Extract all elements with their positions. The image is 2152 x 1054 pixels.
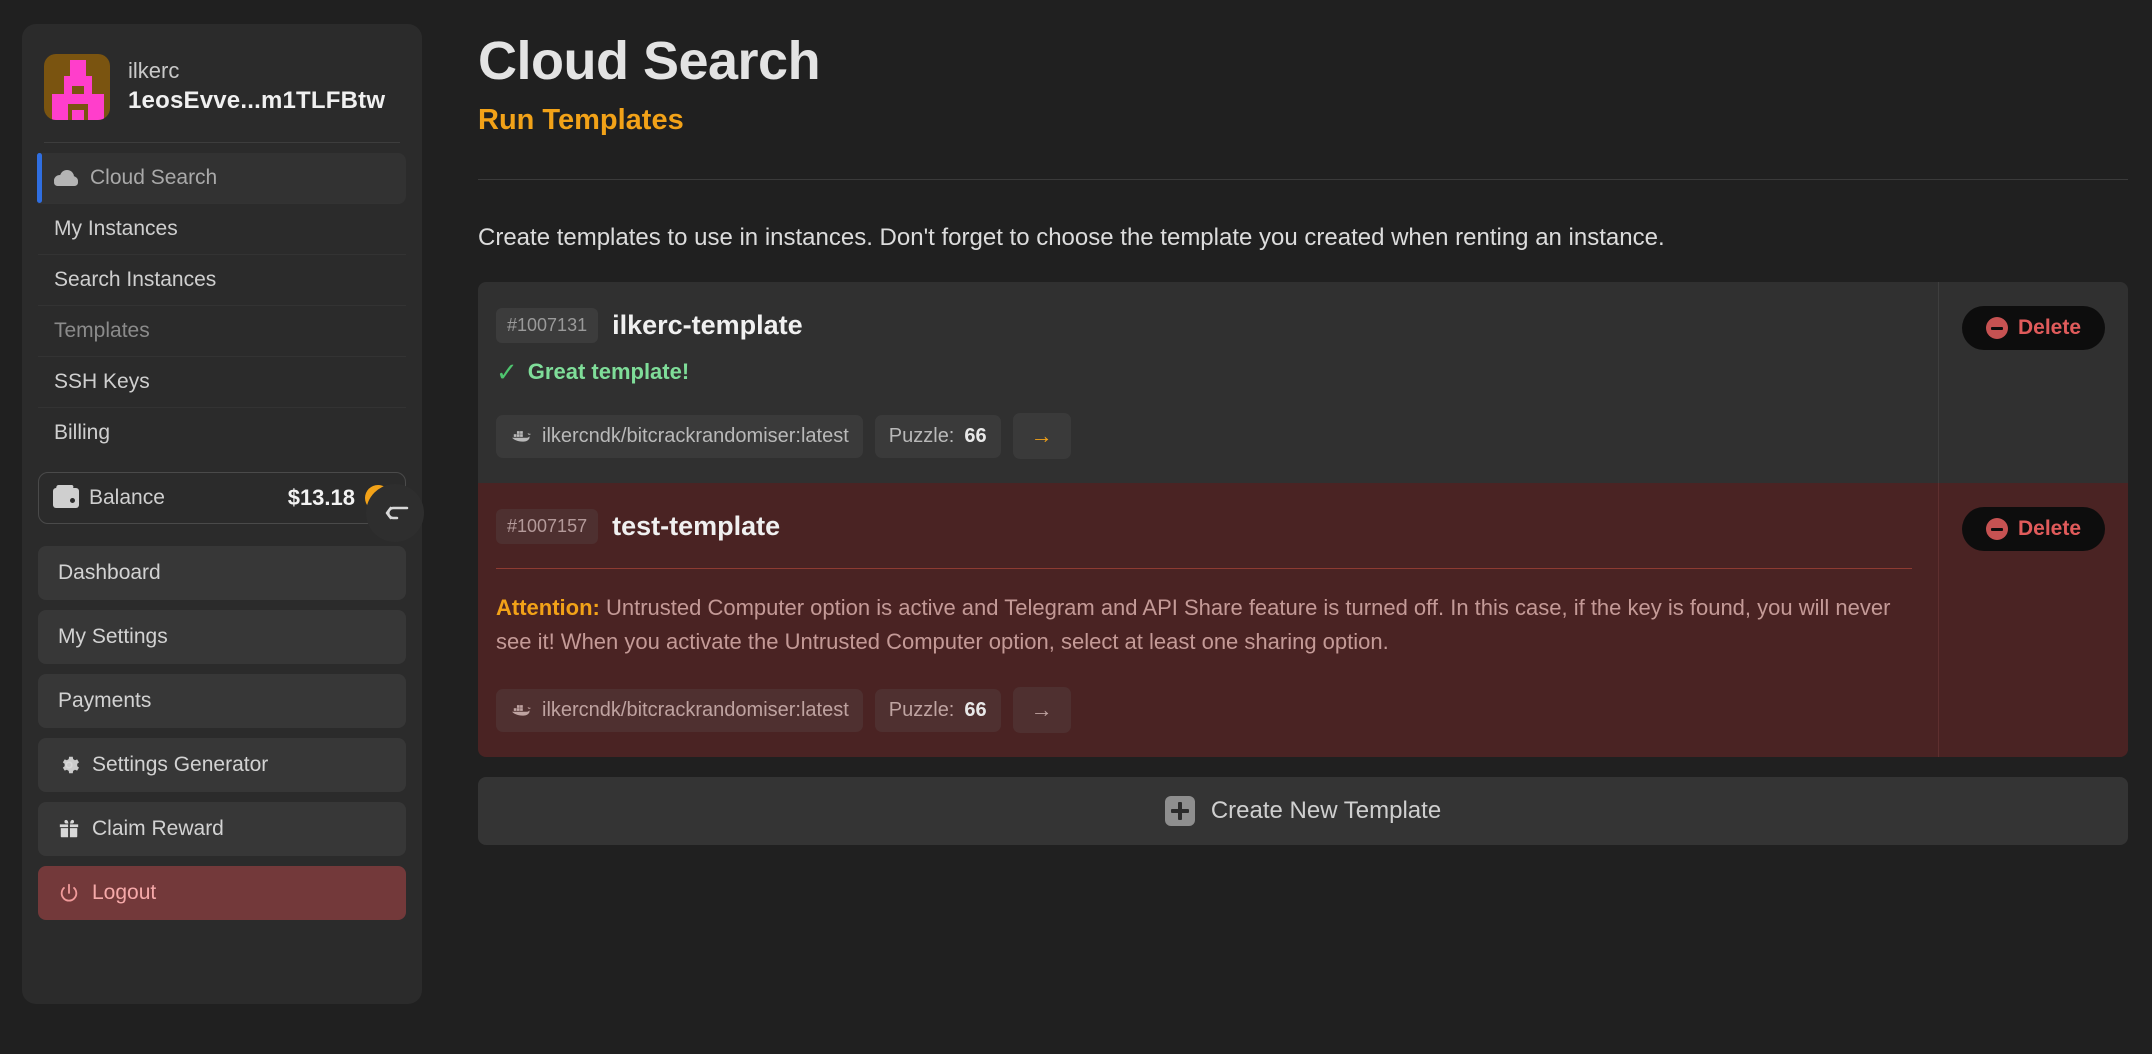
sidebar-item-label: Cloud Search (90, 166, 218, 189)
wallet-icon (53, 485, 79, 508)
sidebar-item-ssh-keys[interactable]: SSH Keys (38, 357, 406, 408)
template-card: #1007157 test-template Attention: Untrus… (478, 483, 2128, 758)
sidebar-item-settings-generator[interactable]: Settings Generator (38, 738, 406, 792)
page-subtitle: Run Templates (478, 104, 684, 136)
balance-label: Balance (89, 486, 165, 509)
sidebar-item-billing[interactable]: Billing (38, 408, 406, 458)
template-card-body: #1007157 test-template Attention: Untrus… (478, 483, 1938, 757)
template-card: #1007131 ilkerc-template ✓ Great templat… (478, 282, 2128, 483)
template-attention-message: Attention: Untrusted Computer option is … (496, 591, 1912, 659)
power-icon (58, 882, 80, 904)
sidebar-item-label: SSH Keys (54, 370, 150, 393)
sidebar-item-my-instances[interactable]: My Instances (38, 204, 406, 255)
puzzle-value: 66 (964, 424, 987, 447)
profile-address: 1eosEvve...m1TLFBtw (128, 87, 386, 115)
sidebar-item-label: Settings Generator (92, 753, 269, 776)
docker-icon (510, 701, 532, 719)
intro-text: Create templates to use in instances. Do… (478, 224, 1665, 251)
create-new-template-button[interactable]: Create New Template (478, 777, 2128, 846)
minus-circle-icon (1985, 317, 2008, 339)
gift-icon (58, 818, 80, 840)
profile-username: ilkerc (128, 57, 180, 83)
template-list: #1007131 ilkerc-template ✓ Great templat… (478, 282, 2128, 758)
template-run-button[interactable]: → (1012, 413, 1071, 459)
profile-text: ilkerc 1eosEvve...m1TLFBtw (128, 57, 386, 115)
collapse-arrow-icon (385, 506, 409, 520)
plus-icon (1164, 796, 1195, 827)
sidebar-collapse-button[interactable] (366, 484, 424, 542)
page-title: Cloud Search (478, 31, 821, 91)
template-id-badge: #1007157 (496, 509, 599, 544)
template-header: #1007131 ilkerc-template (496, 308, 1912, 343)
template-status-text: Great template! (527, 359, 690, 384)
balance-box[interactable]: Balance $13.18 (38, 472, 406, 524)
sidebar-item-dashboard[interactable]: Dashboard (38, 546, 406, 600)
docker-image-name: ilkercndk/bitcrackrandomiser:latest (542, 424, 849, 447)
sidebar-item-label: My Instances (54, 217, 178, 240)
app-root: ilkerc 1eosEvve...m1TLFBtw Cloud Search … (0, 0, 2152, 1054)
docker-image-chip[interactable]: ilkercndk/bitcrackrandomiser:latest (496, 414, 863, 458)
sidebar-item-label: Billing (54, 421, 111, 444)
puzzle-label: Puzzle: (888, 424, 955, 447)
primary-nav: Cloud Search My Instances Search Instanc… (22, 153, 422, 458)
sidebar-item-my-settings[interactable]: My Settings (38, 610, 406, 664)
main-content: Cloud Search Run Templates Create templa… (424, 0, 2152, 1054)
sidebar-item-label: Dashboard (58, 561, 161, 584)
docker-image-name: ilkercndk/bitcrackrandomiser:latest (542, 698, 849, 721)
delete-button-label: Delete (2017, 517, 2082, 540)
sidebar-item-label: Claim Reward (92, 817, 224, 840)
sidebar-item-label: Payments (58, 689, 152, 712)
profile-divider (44, 142, 400, 143)
sidebar-item-label: Logout (92, 881, 157, 904)
arrow-right-icon: → (1030, 423, 1053, 448)
secondary-nav: Dashboard My Settings Payments Settings … (22, 524, 422, 920)
template-divider (496, 568, 1912, 569)
sidebar: ilkerc 1eosEvve...m1TLFBtw Cloud Search … (22, 24, 422, 1004)
sidebar-item-label: My Settings (58, 625, 168, 648)
template-chip-row: ilkercndk/bitcrackrandomiser:latest Puzz… (496, 687, 1912, 734)
template-chip-row: ilkercndk/bitcrackrandomiser:latest Puzz… (496, 413, 1912, 459)
docker-image-chip[interactable]: ilkercndk/bitcrackrandomiser:latest (496, 688, 863, 732)
sidebar-item-claim-reward[interactable]: Claim Reward (38, 802, 406, 856)
sidebar-wrapper: ilkerc 1eosEvve...m1TLFBtw Cloud Search … (0, 0, 424, 1054)
sidebar-item-cloud-search[interactable]: Cloud Search (37, 153, 406, 204)
puzzle-label: Puzzle: (888, 698, 955, 721)
template-header: #1007157 test-template (496, 509, 1912, 544)
profile-block[interactable]: ilkerc 1eosEvve...m1TLFBtw (22, 40, 422, 138)
sidebar-item-payments[interactable]: Payments (38, 674, 406, 728)
attention-text: Untrusted Computer option is active and … (496, 595, 1891, 655)
header-divider (478, 179, 2128, 180)
puzzle-chip[interactable]: Puzzle: 66 (874, 688, 1001, 732)
create-new-template-label: Create New Template (1210, 797, 1442, 825)
delete-button[interactable]: Delete (1961, 507, 2106, 551)
delete-button-label: Delete (2017, 316, 2082, 339)
docker-icon (510, 427, 532, 445)
template-name: test-template (612, 511, 781, 541)
template-card-body: #1007131 ilkerc-template ✓ Great templat… (478, 282, 1938, 483)
sidebar-item-label: Search Instances (54, 268, 217, 291)
sidebar-item-label: Templates (54, 319, 150, 342)
balance-row: Balance $13.18 (22, 458, 422, 524)
check-icon: ✓ (496, 357, 518, 387)
template-id-badge: #1007131 (496, 308, 599, 343)
balance-amount: $13.18 (287, 485, 355, 510)
cloud-icon (54, 170, 78, 186)
identicon-avatar (44, 54, 110, 120)
template-card-actions: Delete (1938, 282, 2128, 483)
gear-icon (58, 754, 80, 776)
puzzle-chip[interactable]: Puzzle: 66 (874, 414, 1001, 458)
logout-button[interactable]: Logout (38, 866, 406, 920)
template-card-actions: Delete (1938, 483, 2128, 758)
puzzle-value: 66 (964, 698, 987, 721)
sidebar-item-search-instances[interactable]: Search Instances (38, 255, 406, 306)
sidebar-item-templates[interactable]: Templates (38, 306, 406, 357)
delete-button[interactable]: Delete (1961, 306, 2106, 350)
arrow-right-icon: → (1030, 697, 1053, 723)
template-status: ✓ Great template! (496, 359, 1912, 385)
template-run-button[interactable]: → (1012, 687, 1071, 734)
attention-label: Attention: (496, 595, 600, 620)
template-name: ilkerc-template (612, 310, 803, 340)
minus-circle-icon (1985, 518, 2008, 540)
